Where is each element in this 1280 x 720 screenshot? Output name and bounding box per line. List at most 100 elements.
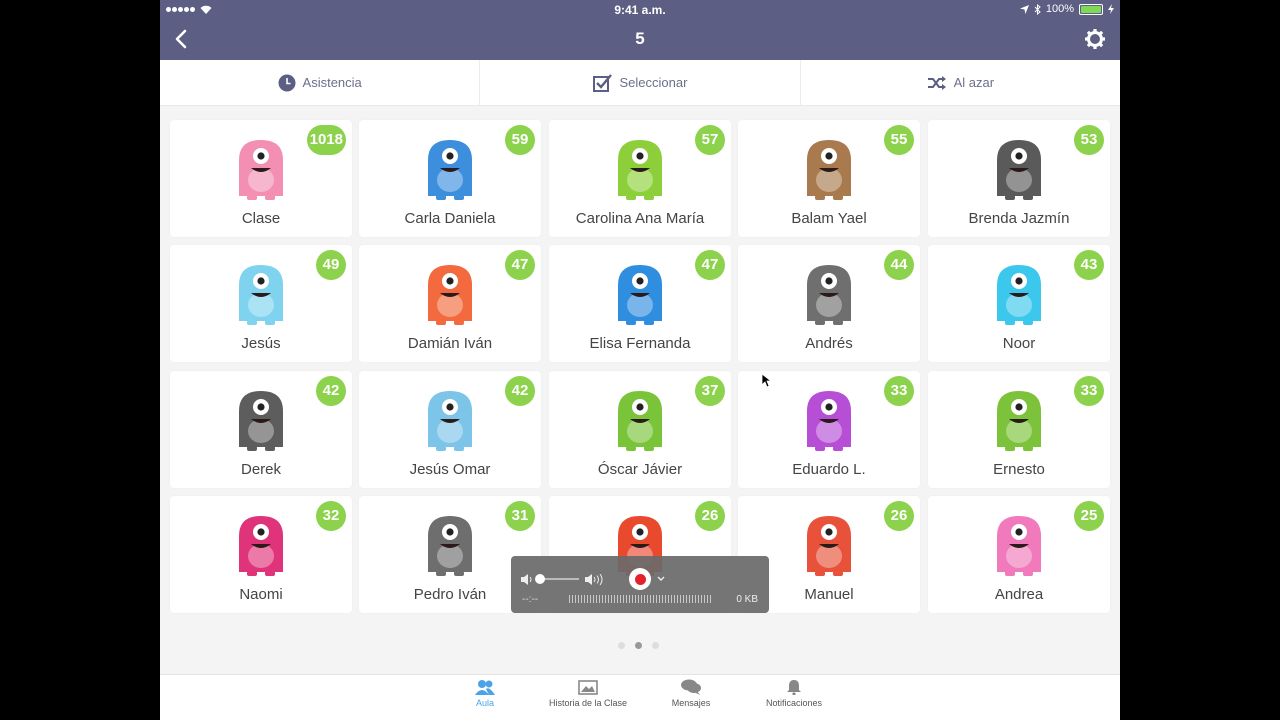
points-badge: 25 (1074, 501, 1104, 531)
chat-icon (681, 679, 701, 695)
monster-avatar-icon (807, 391, 851, 451)
status-time: 9:41 a.m. (614, 3, 666, 17)
points-badge: 32 (316, 501, 346, 531)
tab-label: Mensajes (671, 698, 711, 708)
student-card[interactable]: 47 Elisa Fernanda (549, 245, 731, 362)
student-name: Damián Iván (407, 335, 493, 352)
tab-bar: Aula Historia de la Clase Mensajes Notif… (160, 674, 1120, 720)
location-icon (1019, 4, 1029, 14)
points-badge: 53 (1074, 125, 1104, 155)
points-badge: 49 (316, 250, 346, 280)
points-badge: 33 (884, 376, 914, 406)
points-badge: 47 (695, 250, 725, 280)
random-button[interactable]: Al azar (801, 60, 1120, 105)
monster-avatar-icon (239, 391, 283, 451)
monster-avatar-icon (807, 265, 851, 325)
student-name: Andrés (805, 335, 853, 352)
page-dot[interactable] (652, 642, 659, 649)
student-name: Eduardo L. (792, 461, 866, 478)
student-card[interactable]: 33 Eduardo L. (738, 371, 920, 488)
chevron-down-icon[interactable] (657, 576, 665, 582)
random-label: Al azar (953, 75, 995, 90)
mouse-cursor (761, 373, 773, 388)
bluetooth-icon (1034, 3, 1041, 15)
student-card[interactable]: 37 Óscar Jávier (549, 371, 731, 488)
class-card[interactable]: 1018 Clase (170, 120, 352, 237)
screen-recorder-panel: --:-- 0 KB (511, 556, 769, 613)
student-card[interactable]: 44 Andrés (738, 245, 920, 362)
tab-aula[interactable]: Aula (435, 679, 535, 708)
points-badge: 44 (884, 250, 914, 280)
tab-notifications[interactable]: Notificaciones (744, 679, 844, 708)
clock-icon (278, 74, 296, 91)
people-icon (475, 680, 495, 695)
student-card[interactable]: 32 Naomi (170, 496, 352, 613)
monster-avatar-icon (239, 140, 283, 200)
status-right: 100% (1019, 3, 1114, 15)
points-badge: 43 (1074, 250, 1104, 280)
gear-icon (1085, 29, 1105, 49)
tab-messages[interactable]: Mensajes (641, 679, 741, 708)
student-card[interactable]: 42 Derek (170, 371, 352, 488)
recorder-controls (521, 568, 665, 590)
record-button[interactable] (629, 568, 651, 590)
student-card[interactable]: 49 Jesús (170, 245, 352, 362)
select-button[interactable]: Seleccionar (480, 60, 801, 105)
student-name: Óscar Jávier (597, 461, 683, 478)
monster-avatar-icon (807, 140, 851, 200)
page-dot[interactable] (618, 642, 625, 649)
recording-time: --:-- (522, 594, 539, 605)
monster-avatar-icon (997, 516, 1041, 576)
audio-level-meter (569, 595, 711, 603)
page-dot[interactable] (635, 642, 642, 649)
photo-icon (578, 680, 598, 695)
student-card[interactable]: 53 Brenda Jazmín (928, 120, 1110, 237)
attendance-button[interactable]: Asistencia (160, 60, 481, 105)
student-card[interactable]: 43 Noor (928, 245, 1110, 362)
action-toolbar: Asistencia Seleccionar Al azar (160, 60, 1120, 106)
points-badge: 55 (884, 125, 914, 155)
volume-slider-knob[interactable] (535, 574, 545, 584)
student-name: Naomi (239, 586, 283, 603)
points-badge: 37 (695, 376, 725, 406)
points-badge: 26 (884, 501, 914, 531)
volume-low-icon (521, 573, 532, 585)
student-card[interactable]: 42 Jesús Omar (359, 371, 541, 488)
monster-avatar-icon (239, 516, 283, 576)
student-name: Clase (241, 210, 281, 227)
monster-avatar-icon (618, 265, 662, 325)
monster-avatar-icon (428, 516, 472, 576)
points-badge: 33 (1074, 376, 1104, 406)
attendance-label: Asistencia (302, 75, 362, 90)
student-card[interactable]: 33 Ernesto (928, 371, 1110, 488)
student-name: Derek (240, 461, 281, 478)
points-badge: 31 (505, 501, 535, 531)
tab-label: Historia de la Clase (548, 698, 628, 708)
points-badge: 26 (695, 501, 725, 531)
student-card[interactable]: 57 Carolina Ana María (549, 120, 731, 237)
student-name: Carolina Ana María (575, 210, 705, 227)
tab-label: Notificaciones (765, 698, 823, 708)
monster-avatar-icon (997, 265, 1041, 325)
bell-icon (787, 680, 801, 695)
top-bar: 9:41 a.m. 100% 5 (160, 0, 1120, 60)
monster-avatar-icon (428, 391, 472, 451)
monster-avatar-icon (997, 391, 1041, 451)
student-name: Elisa Fernanda (589, 335, 691, 352)
student-name: Jesús (241, 335, 281, 352)
points-badge: 42 (505, 376, 535, 406)
monster-avatar-icon (997, 140, 1041, 200)
student-name: Jesús Omar (409, 461, 491, 478)
monster-avatar-icon (428, 140, 472, 200)
student-card[interactable]: 25 Andrea (928, 496, 1110, 613)
volume-slider[interactable] (535, 574, 579, 584)
settings-button[interactable] (1084, 28, 1106, 50)
student-card[interactable]: 55 Balam Yael (738, 120, 920, 237)
student-card[interactable]: 59 Carla Daniela (359, 120, 541, 237)
page-title: 5 (635, 29, 645, 48)
select-label: Seleccionar (619, 75, 688, 90)
student-card[interactable]: 47 Damián Iván (359, 245, 541, 362)
points-badge: 47 (505, 250, 535, 280)
tab-class-story[interactable]: Historia de la Clase (538, 679, 638, 708)
checkbox-icon (592, 73, 612, 92)
